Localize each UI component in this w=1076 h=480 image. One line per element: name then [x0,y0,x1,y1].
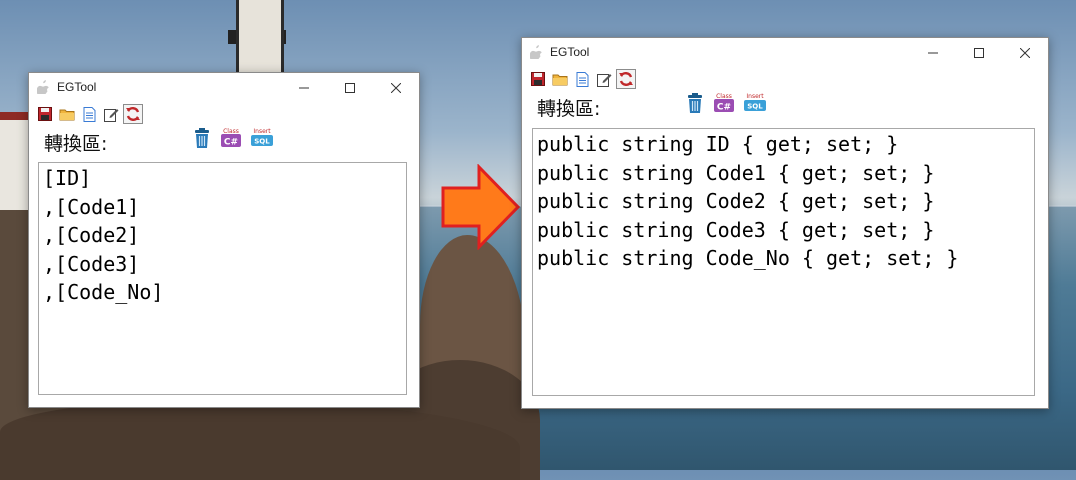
close-button[interactable] [373,73,419,103]
maximize-button[interactable] [956,38,1002,68]
trash-icon[interactable] [191,127,213,149]
close-button[interactable] [1002,38,1048,68]
text-line: public string ID { get; set; } [537,132,899,156]
sql-icon-label: SQL [747,103,763,111]
label-row: 轉換區: Class C# Insert SQL [29,127,419,155]
open-folder-icon[interactable] [58,105,76,123]
text-line: ,[Code_No] [43,280,164,304]
class-icon-label: Class [716,93,732,100]
minimize-button[interactable] [910,38,956,68]
conversion-textarea[interactable]: public string ID { get; set; } public str… [532,128,1035,396]
class-csharp-icon[interactable]: Class C# [713,92,735,114]
class-csharp-icon[interactable]: Class C# [220,127,242,149]
text-line: ,[Code2] [43,223,140,247]
refresh-icon[interactable] [123,104,143,124]
text-line: public string Code_No { get; set; } [537,246,959,270]
open-folder-icon[interactable] [551,70,569,88]
refresh-icon[interactable] [616,69,636,89]
left-titlebar[interactable]: EGTool [29,73,419,103]
apple-icon [530,45,542,59]
insert-sql-icon[interactable]: Insert SQL [250,127,273,149]
csharp-icon-label: C# [224,138,238,148]
arrow-right-icon [441,164,521,250]
text-line: [ID] [43,166,92,190]
maximize-button[interactable] [327,73,373,103]
toolbar [522,68,1048,92]
label-row: 轉換區: Class C# Insert SQL [522,92,1048,120]
text-line: public string Code1 { get; set; } [537,160,935,185]
class-icon-label: Class [223,128,239,135]
new-document-icon[interactable] [80,105,98,123]
region-label: 轉換區: [537,98,601,120]
text-line: public string Code3 { get; set; } [537,217,935,242]
text-line: public string Code2 { get; set; } [537,189,935,213]
insert-icon-label: Insert [746,93,764,100]
new-document-icon[interactable] [573,70,591,88]
minimize-button[interactable] [281,73,327,103]
left-window: EGTool 轉換區: Class C# Insert SQL [ID] ,[C… [28,72,420,408]
right-titlebar[interactable]: EGTool [522,38,1048,68]
apple-icon [37,80,49,94]
conversion-textarea[interactable]: [ID] ,[Code1] ,[Code2] ,[Code3] ,[Code_No] [38,162,407,395]
region-label: 轉換區: [44,133,108,155]
sql-icon-label: SQL [254,138,270,146]
window-title: EGTool [57,80,97,94]
csharp-icon-label: C# [717,103,731,113]
trash-icon[interactable] [684,92,706,114]
window-title: EGTool [550,45,590,59]
save-icon[interactable] [529,70,547,88]
edit-icon[interactable] [102,105,120,123]
text-line: ,[Code1] [43,194,140,219]
insert-sql-icon[interactable]: Insert SQL [743,92,766,114]
save-icon[interactable] [36,105,54,123]
text-line: ,[Code3] [43,251,140,276]
insert-icon-label: Insert [253,128,271,135]
edit-icon[interactable] [595,70,613,88]
right-window: EGTool 轉換區: Class C# Insert SQL public s… [521,37,1049,409]
toolbar [29,103,419,127]
